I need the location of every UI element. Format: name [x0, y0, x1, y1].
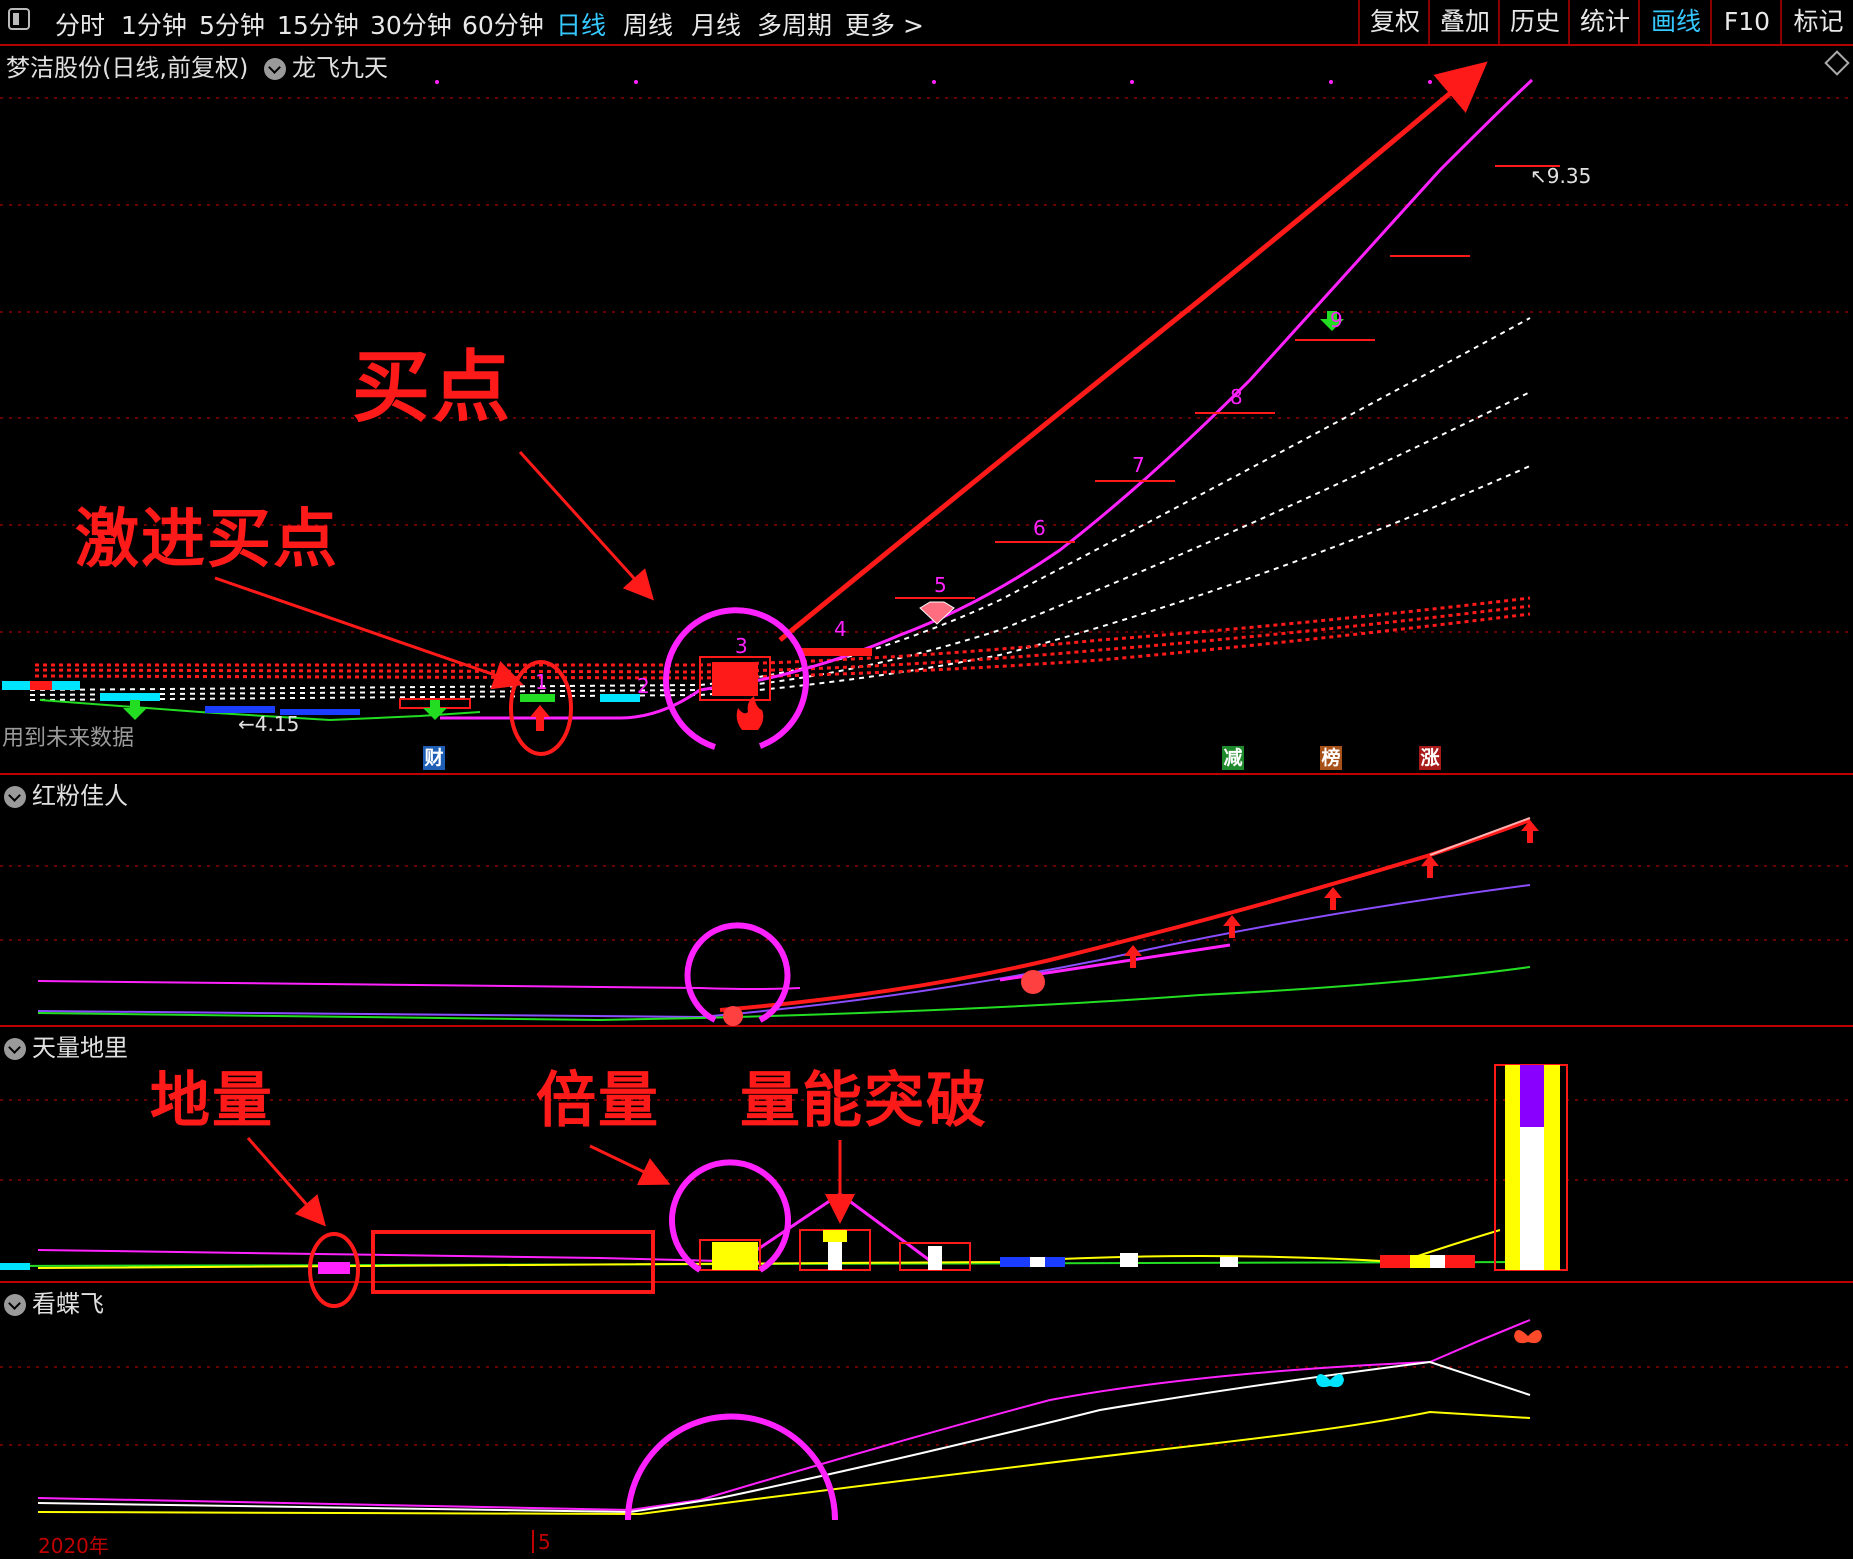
- panel4-title-text: 看蝶飞: [32, 1290, 104, 1318]
- count-label-5: 5: [934, 573, 947, 597]
- fire-icon: [736, 696, 764, 730]
- buy-point-annotation: 买点: [352, 343, 513, 433]
- count-label-8: 8: [1230, 385, 1243, 409]
- collapse-icon[interactable]: [4, 1294, 26, 1316]
- chart-canvas: [0, 61, 1853, 1553]
- panel4-title[interactable]: 看蝶飞: [4, 1284, 104, 1319]
- magenta-main-line: [440, 78, 1534, 720]
- x-axis-year-label: 2020年: [38, 1534, 109, 1558]
- aggressive-buy-annotation: 激进买点: [75, 503, 339, 577]
- butterfly-red-icon: [1514, 1330, 1542, 1344]
- gem-icon: [919, 601, 955, 625]
- buy-zone-fill: [712, 662, 758, 696]
- collapse-icon[interactable]: [4, 786, 26, 808]
- panel2-red-up-arrow-icons: [1124, 820, 1539, 968]
- red-trend-arrow: [778, 61, 1488, 642]
- count-step-marks: [800, 165, 1560, 651]
- panel3-title[interactable]: 天量地里: [4, 1028, 128, 1063]
- red-ball-icon: [723, 1006, 743, 1026]
- x-axis-month-label: 5: [538, 1530, 551, 1554]
- price-low-value: 4.15: [254, 712, 300, 736]
- panel2-title-text: 红粉佳人: [32, 782, 128, 810]
- event-badge-list[interactable]: 榜: [1320, 746, 1342, 770]
- panel4-lines: [37, 1319, 1531, 1516]
- event-badge-rise-text: 涨: [1420, 747, 1440, 769]
- count-label-6: 6: [1033, 516, 1046, 540]
- double-volume-annotation: 倍量: [536, 1066, 660, 1136]
- count-label-3: 3: [735, 634, 748, 658]
- event-badge-finance-text: 财: [424, 747, 444, 769]
- small-red-bar: [800, 648, 872, 656]
- count-label-7: 7: [1132, 453, 1145, 477]
- event-badge-finance[interactable]: 财: [423, 746, 445, 770]
- event-badge-reduce-text: 减: [1223, 747, 1243, 769]
- count-label-9: 9: [1330, 308, 1343, 332]
- future-data-note: 用到未来数据: [2, 726, 135, 751]
- count-label-1: 1: [535, 670, 548, 694]
- buy-point-arrow: [518, 450, 655, 601]
- volume-breakout-annotation: 量能突破: [740, 1066, 988, 1136]
- top-signal-dots: [435, 80, 1432, 84]
- event-badge-rise[interactable]: 涨: [1419, 746, 1441, 770]
- count-label-2: 2: [637, 674, 650, 698]
- event-badge-list-text: 榜: [1321, 747, 1341, 769]
- collapse-icon[interactable]: [4, 1038, 26, 1060]
- count-label-4: 4: [834, 617, 847, 641]
- ground-volume-range-box: [371, 1230, 655, 1294]
- event-badge-reduce[interactable]: 减: [1222, 746, 1244, 770]
- aggressive-buy-arrow: [214, 576, 524, 690]
- red-ball-icon: [1021, 970, 1045, 994]
- price-high-value: 9.35: [1546, 164, 1592, 188]
- double-volume-arrow: [589, 1144, 671, 1186]
- ground-volume-arrow: [246, 1137, 326, 1227]
- panel3-title-text: 天量地里: [32, 1034, 128, 1062]
- price-low-label: ←4.15: [238, 712, 300, 736]
- price-high-label: ↖9.35: [1530, 164, 1592, 188]
- panel2-title[interactable]: 红粉佳人: [4, 776, 128, 811]
- ground-volume-annotation: 地量: [150, 1066, 274, 1136]
- panel3-lines: [0, 1192, 1531, 1270]
